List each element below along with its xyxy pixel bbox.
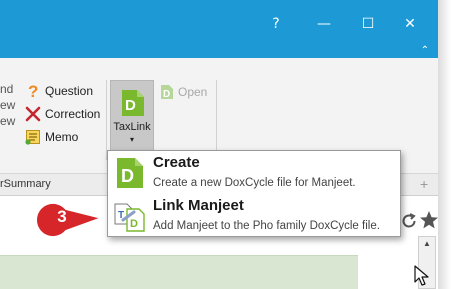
scroll-up-icon[interactable]: ▲ xyxy=(419,239,435,248)
menu-item-description: Add Manjeet to the Pho family DoxCycle f… xyxy=(153,220,380,232)
open-button[interactable]: D Open xyxy=(160,82,207,102)
svg-text:D: D xyxy=(163,89,170,100)
step-number: 3 xyxy=(57,207,67,226)
ribbon-fragment-2: ew xyxy=(0,98,16,112)
add-tab-button[interactable]: + xyxy=(420,176,428,192)
minimize-button[interactable]: — xyxy=(314,14,334,34)
star-icon[interactable] xyxy=(419,210,439,230)
memo-button[interactable]: Memo xyxy=(24,126,78,148)
help-button[interactable]: ? xyxy=(266,14,286,34)
question-button[interactable]: ? Question xyxy=(24,80,93,102)
menu-item-link-manjeet[interactable]: T D Link Manjeet Add Manjeet to the Pho … xyxy=(108,194,400,237)
taxlink-button[interactable]: D TaxLink ▾ xyxy=(110,80,154,152)
open-label: Open xyxy=(178,85,208,99)
doxcycle-icon: D xyxy=(114,157,146,189)
chevron-down-icon: ▾ xyxy=(129,135,134,144)
taxlink-icon: D xyxy=(121,89,145,117)
link-icon: T D xyxy=(114,200,146,232)
ribbon-fragment-3: ew xyxy=(0,114,16,128)
ribbon-separator xyxy=(106,80,107,160)
svg-text:?: ? xyxy=(28,82,38,100)
refresh-icon[interactable] xyxy=(400,212,418,230)
menu-item-title: Link Manjeet xyxy=(153,197,244,214)
correction-button[interactable]: Correction xyxy=(24,103,100,125)
menu-item-create[interactable]: D Create Create a new DoxCycle file for … xyxy=(108,151,400,194)
ribbon-separator xyxy=(216,80,217,160)
svg-text:D: D xyxy=(130,218,138,230)
maximize-button[interactable]: ☐ xyxy=(358,14,378,34)
open-icon: D xyxy=(160,84,174,100)
correction-icon xyxy=(24,105,42,123)
svg-text:D: D xyxy=(125,97,136,114)
ribbon-fragment-1: nd xyxy=(0,82,14,96)
correction-label: Correction xyxy=(45,107,101,121)
mouse-cursor-icon xyxy=(414,265,430,287)
memo-label: Memo xyxy=(45,130,79,144)
svg-text:D: D xyxy=(121,166,134,186)
taxlink-menu: D Create Create a new DoxCycle file for … xyxy=(107,150,401,237)
menu-item-title: Create xyxy=(153,154,200,171)
close-button[interactable]: ✕ xyxy=(400,14,420,34)
title-bar: ? — ☐ ✕ ⌃ xyxy=(0,0,438,58)
content-row xyxy=(0,255,358,289)
tab-summary[interactable]: rSummary xyxy=(0,178,51,190)
question-icon: ? xyxy=(24,82,42,100)
question-label: Question xyxy=(45,84,94,98)
window-shadow xyxy=(438,0,451,289)
collapse-ribbon-button[interactable]: ⌃ xyxy=(418,46,432,56)
memo-icon xyxy=(24,128,42,146)
taxlink-label: TaxLink xyxy=(113,121,151,133)
menu-item-description: Create a new DoxCycle file for Manjeet. xyxy=(153,177,356,189)
